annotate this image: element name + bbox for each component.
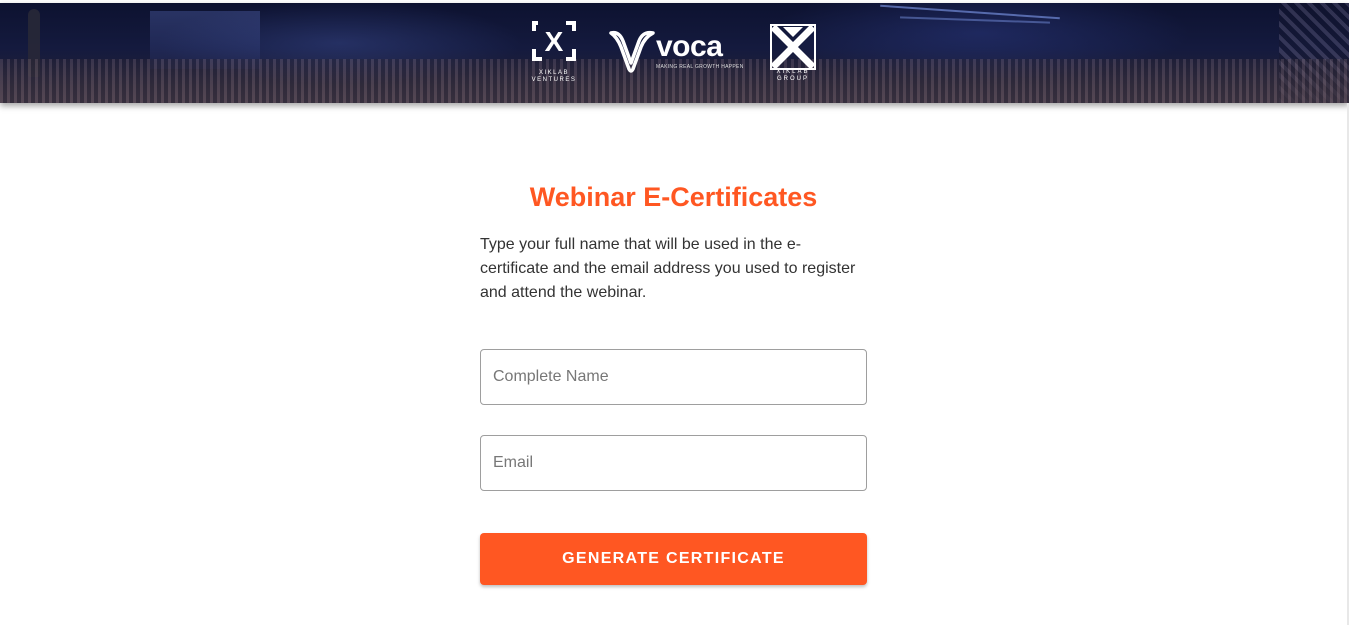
page-title: Webinar E-Certificates: [529, 182, 818, 212]
xiklab-group-logo: [770, 24, 816, 70]
form-description: Type your full name that will be used in…: [480, 236, 856, 301]
certificate-form: Webinar E-Certificates Type your full na…: [480, 170, 867, 305]
complete-name-input[interactable]: [480, 349, 867, 405]
xiklab-group-subtitle: XIKLAB GROUP: [776, 69, 810, 82]
voca-wordmark: voca: [656, 30, 723, 63]
xiklab-ventures-glyph: X: [545, 26, 564, 57]
generate-certificate-button[interactable]: Generate Certificate: [480, 533, 867, 585]
partner-logos: X XIKLAB VENTURES voca MAKING REAL GROWT…: [0, 3, 1349, 103]
voca-tagline: MAKING REAL GROWTH HAPPEN: [656, 64, 744, 70]
email-input[interactable]: [480, 435, 867, 491]
header-banner: X XIKLAB VENTURES voca MAKING REAL GROWT…: [0, 3, 1349, 103]
xiklab-ventures-subtitle: XIKLAB VENTURES: [531, 70, 577, 83]
